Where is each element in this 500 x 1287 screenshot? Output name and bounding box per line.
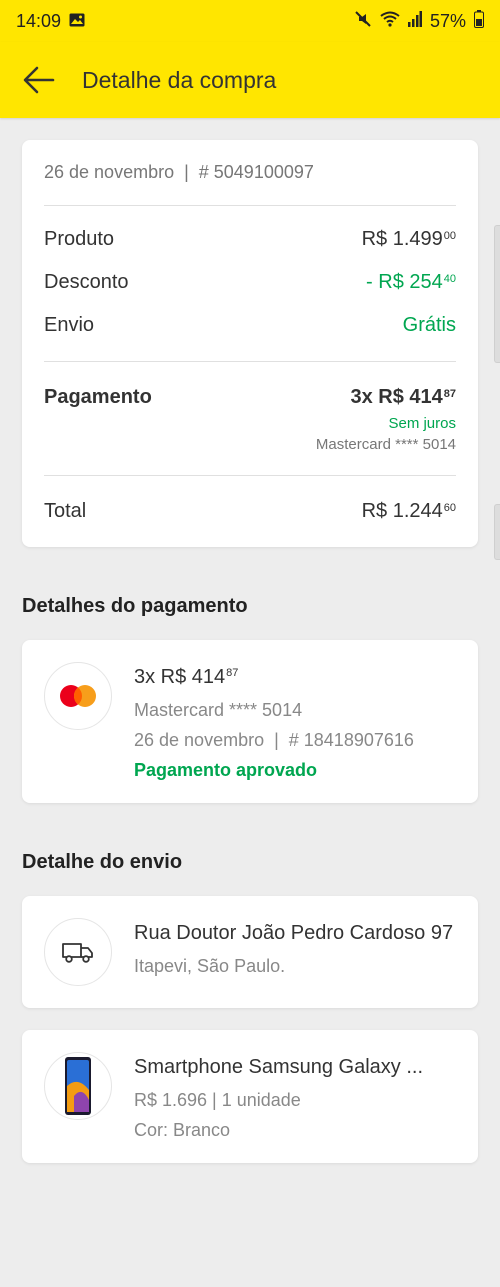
shipping-city: Itapevi, São Paulo.	[134, 956, 286, 976]
payment-detail-card[interactable]: 3x R$ 41487 Mastercard **** 5014 26 de n…	[22, 640, 478, 803]
main-content: 26 de novembro | # 5049100097 Produto R$…	[0, 118, 500, 1163]
scroll-handle-secondary[interactable]	[494, 504, 500, 560]
row-envio: Envio Grátis	[44, 314, 456, 337]
produto-label: Produto	[44, 228, 115, 250]
product-lines: Smartphone Samsung Galaxy ... R$ 1.696 |…	[134, 1052, 423, 1141]
row-pagamento: Pagamento 3x R$ 41487	[44, 386, 456, 409]
payment-lines: 3x R$ 41487 Mastercard **** 5014 26 de n…	[134, 662, 414, 781]
mastercard-icon	[44, 662, 112, 730]
pagamento-card: Mastercard **** 5014	[315, 436, 456, 453]
shipping-lines: Rua Doutor João Pedro Cardoso 97 Itapevi…	[134, 918, 453, 986]
product-card[interactable]: Smartphone Samsung Galaxy ... R$ 1.696 |…	[22, 1030, 478, 1163]
purchase-meta: 26 de novembro | # 5049100097	[44, 162, 456, 206]
status-time: 14:09	[16, 10, 62, 31]
mute-icon	[354, 10, 372, 33]
produto-value: R$ 1.49900	[361, 228, 456, 250]
payment-card: Mastercard **** 5014	[134, 700, 303, 720]
shipping-section-title: Detalhe do envio	[22, 851, 183, 873]
payment-amount: 3x R$ 41487	[134, 666, 239, 688]
price-breakdown: Produto R$ 1.49900 Desconto - R$ 25440 E…	[44, 206, 456, 362]
pagamento-label: Pagamento	[44, 386, 152, 408]
envio-value: Grátis	[402, 314, 456, 336]
signal-icon	[407, 10, 422, 32]
pagamento-juros: Sem juros	[388, 415, 456, 432]
app-bar: Detalhe da compra	[0, 42, 500, 118]
image-icon	[69, 11, 85, 32]
shipping-address: Rua Doutor João Pedro Cardoso 97	[134, 922, 454, 944]
shipping-detail-card[interactable]: Rua Doutor João Pedro Cardoso 97 Itapevi…	[22, 896, 478, 1008]
purchase-summary-card: 26 de novembro | # 5049100097 Produto R$…	[22, 140, 478, 547]
envio-label: Envio	[44, 314, 95, 336]
product-name: Smartphone Samsung Galaxy ...	[134, 1056, 424, 1078]
payment-section-title: Detalhes do pagamento	[22, 595, 248, 617]
payment-summary: Pagamento 3x R$ 41487 Sem juros Masterca…	[44, 362, 456, 476]
page-title: Detalhe da compra	[82, 66, 277, 93]
total-label: Total	[44, 500, 87, 522]
pagamento-value: 3x R$ 41487	[350, 386, 456, 408]
truck-icon	[44, 918, 112, 986]
total-value: R$ 1.24460	[361, 500, 456, 522]
row-total: Total R$ 1.24460	[44, 476, 456, 547]
wifi-icon	[380, 11, 400, 32]
product-color: Cor: Branco	[134, 1120, 231, 1140]
back-arrow-icon[interactable]	[22, 63, 56, 97]
payment-meta: 26 de novembro | # 18418907616	[134, 730, 414, 750]
product-price-qty: R$ 1.696 | 1 unidade	[134, 1090, 301, 1110]
desconto-label: Desconto	[44, 271, 129, 293]
status-bar: 14:09 57%	[0, 0, 500, 42]
battery-icon	[474, 9, 484, 33]
row-desconto: Desconto - R$ 25440	[44, 271, 456, 294]
payment-status: Pagamento aprovado	[134, 760, 318, 780]
scroll-handle[interactable]	[494, 225, 500, 363]
phone-product-icon	[44, 1052, 112, 1120]
battery-percent: 57%	[429, 10, 466, 31]
desconto-value: - R$ 25440	[366, 271, 456, 293]
row-produto: Produto R$ 1.49900	[44, 228, 456, 251]
